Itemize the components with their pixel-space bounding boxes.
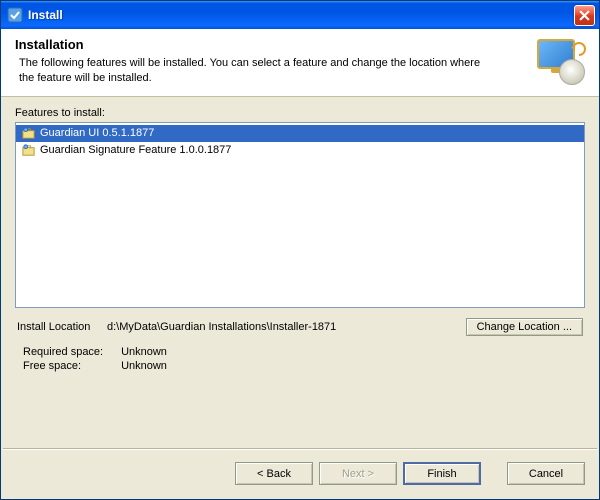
list-item-label: Guardian Signature Feature 1.0.0.1877 xyxy=(40,144,231,156)
window-title: Install xyxy=(28,8,574,22)
finish-button[interactable]: Finish xyxy=(403,462,481,485)
app-icon xyxy=(7,7,23,23)
required-space-value: Unknown xyxy=(121,346,167,358)
free-space-label: Free space: xyxy=(23,360,118,372)
back-button[interactable]: < Back xyxy=(235,462,313,485)
list-item-label: Guardian UI 0.5.1.1877 xyxy=(40,127,154,139)
close-button[interactable] xyxy=(574,5,595,26)
install-window: Install Installation The following featu… xyxy=(0,0,600,500)
next-button: Next > xyxy=(319,462,397,485)
install-location-row: Install Location d:\MyData\Guardian Inst… xyxy=(17,318,583,336)
feature-icon xyxy=(20,142,36,158)
list-item[interactable]: Guardian UI 0.5.1.1877 xyxy=(16,125,584,142)
titlebar[interactable]: Install xyxy=(1,1,599,29)
install-location-label: Install Location xyxy=(17,321,107,333)
free-space-value: Unknown xyxy=(121,360,167,372)
features-listbox[interactable]: Guardian UI 0.5.1.1877 Guardian Signatur… xyxy=(15,122,585,308)
install-graphic-icon xyxy=(531,37,587,85)
page-heading: Installation xyxy=(15,37,531,52)
space-info: Required space: Unknown Free space: Unkn… xyxy=(17,346,583,372)
wizard-body: Features to install: Guardian UI 0.5.1.1… xyxy=(1,97,599,448)
wizard-footer: < Back Next > Finish Cancel xyxy=(1,450,599,499)
cancel-button[interactable]: Cancel xyxy=(507,462,585,485)
page-description: The following features will be installed… xyxy=(15,56,485,86)
list-item[interactable]: Guardian Signature Feature 1.0.0.1877 xyxy=(16,142,584,159)
required-space-label: Required space: xyxy=(23,346,118,358)
feature-icon xyxy=(20,125,36,141)
change-location-button[interactable]: Change Location ... xyxy=(466,318,583,336)
features-label: Features to install: xyxy=(15,107,585,119)
install-location-path: d:\MyData\Guardian Installations\Install… xyxy=(107,321,466,333)
wizard-header: Installation The following features will… xyxy=(1,29,599,97)
